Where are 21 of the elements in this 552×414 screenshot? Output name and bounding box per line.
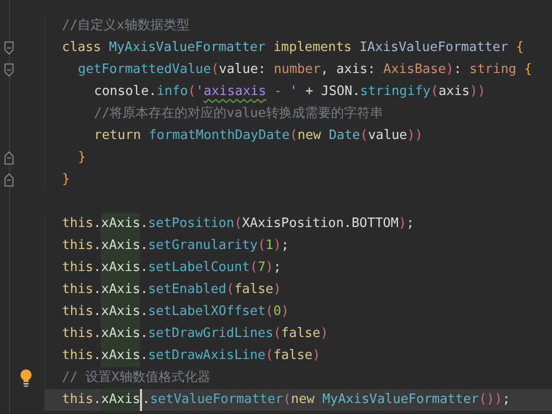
fold-marker-icon[interactable] <box>4 41 14 55</box>
code-line: this.xAxis.setGranularity(1); <box>45 235 552 257</box>
code-line: this.xAxis.setLabelCount(7); <box>45 257 552 279</box>
code-line: this.xAxis.setDrawGridLines(false) <box>45 323 552 345</box>
fold-marker-icon[interactable] <box>4 173 14 187</box>
code-line: this.xAxis.setLabelXOffset(0) <box>45 301 552 323</box>
fold-marker-icon[interactable] <box>4 151 14 165</box>
code-line: return formatMonthDayDate(new Date(value)) <box>93 127 424 145</box>
code-line: this.xAxis.setDrawAxisLine(false) <box>45 345 552 367</box>
code-line: // 设置X轴数值格式化器 <box>61 369 212 387</box>
code-line: } <box>61 171 71 189</box>
code-line: this.xAxis.setPosition(XAxisPosition.BOTTOM); <box>45 213 552 235</box>
code-line: //自定义x轴数据类型 <box>61 17 190 35</box>
code-line: } <box>77 149 87 167</box>
code-line: this.xAxis.setEnabled(false) <box>45 279 552 301</box>
code-line: class MyAxisValueFormatter implements IAxisValueFormatter { <box>61 39 525 57</box>
fold-marker-icon[interactable] <box>4 63 14 77</box>
code-line: //将原本存在的对应的value转换成需要的字符串 <box>93 105 384 123</box>
lightbulb-icon[interactable] <box>19 369 33 387</box>
code-line: console.info('axisaxis - ' + JSON.stringify(axis)) <box>93 83 486 101</box>
code-line: getFormattedValue(value: number, axis: AxisBase): string { <box>77 61 534 79</box>
